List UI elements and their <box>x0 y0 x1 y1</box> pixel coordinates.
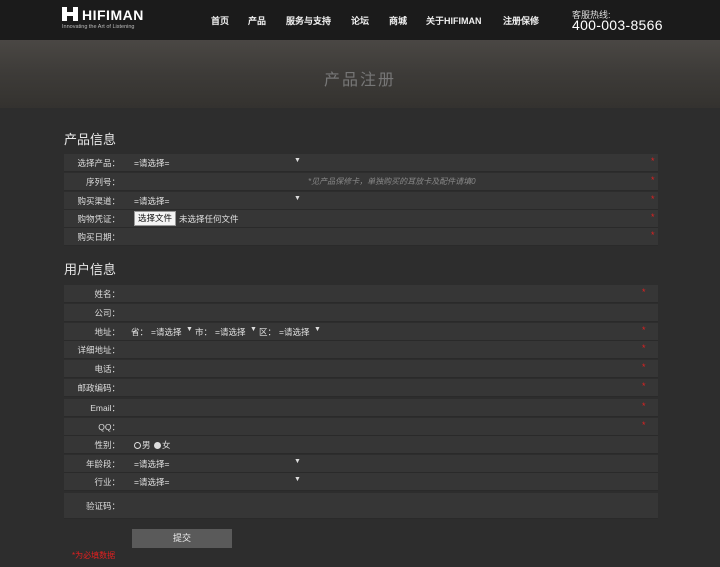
required-mark: * <box>642 420 646 430</box>
gender-row: 性别： 男 女 <box>64 436 658 454</box>
district-label: 区： <box>259 327 277 337</box>
nav-products[interactable]: 产品 <box>248 14 266 27</box>
address-label: 地址： <box>94 327 120 337</box>
chevron-down-icon[interactable]: ▼ <box>250 326 257 333</box>
user-section-title: 用户信息 <box>64 262 117 277</box>
qq-input[interactable] <box>134 421 574 432</box>
purchase-receipt-row: 购物凭证： 选择文件 未选择任何文件 * <box>64 210 658 228</box>
required-mark: * <box>642 362 646 372</box>
nav-service-support[interactable]: 服务与支持 <box>286 14 331 27</box>
city-select[interactable]: =请选择 <box>215 326 245 338</box>
chevron-down-icon[interactable]: ▼ <box>294 157 301 164</box>
product-select-row: 选择产品： =请选择= ▼ * <box>64 154 658 172</box>
chevron-down-icon[interactable]: ▼ <box>314 326 321 333</box>
submit-button[interactable]: 提交 <box>132 529 232 548</box>
province-label: 省： <box>131 327 149 337</box>
purchase-date-input[interactable] <box>134 231 574 242</box>
required-mark: * <box>651 230 655 240</box>
required-mark: * <box>651 156 655 166</box>
gender-male-option[interactable]: 男 <box>134 439 151 451</box>
chevron-down-icon[interactable]: ▼ <box>294 458 301 465</box>
required-mark: * <box>651 212 655 222</box>
industry-label: 行业： <box>94 477 120 487</box>
industry-select[interactable]: =请选择= <box>134 476 169 488</box>
male-radio[interactable] <box>134 441 141 449</box>
top-header: HIFIMAN Innovating the Art of Listening … <box>0 0 720 40</box>
required-mark: * <box>651 175 655 185</box>
district-select[interactable]: =请选择 <box>279 326 309 338</box>
purchase-channel-select[interactable]: =请选择= <box>134 195 169 207</box>
product-select[interactable]: =请选择= <box>134 157 169 169</box>
nav-forum[interactable]: 论坛 <box>351 14 369 27</box>
choose-file-button[interactable]: 选择文件 <box>134 211 177 226</box>
phone-label: 电话： <box>94 364 120 374</box>
file-status-text: 未选择任何文件 <box>179 214 239 224</box>
logo-tagline: Innovating the Art of Listening <box>62 24 135 30</box>
required-mark: * <box>642 287 646 297</box>
address-row: 地址： 省： =请选择 ▼ 市： =请选择 ▼ 区： =请选择 ▼ * <box>64 323 658 341</box>
serial-number-label: 序列号： <box>85 177 120 187</box>
company-input[interactable] <box>134 307 574 318</box>
email-label: Email： <box>90 403 120 413</box>
purchase-date-row: 购买日期： * <box>64 228 658 246</box>
nav-warranty-register[interactable]: 注册保修 <box>503 14 539 27</box>
company-label: 公司： <box>94 308 120 318</box>
phone-input[interactable] <box>134 363 574 374</box>
required-footnote: *为必填数据 <box>72 551 116 560</box>
purchase-receipt-label: 购物凭证： <box>77 214 120 224</box>
required-mark: * <box>642 381 646 391</box>
email-row: Email： * <box>64 399 658 417</box>
postcode-label: 邮政编码： <box>77 383 120 393</box>
province-select[interactable]: =请选择 <box>151 326 181 338</box>
gender-female-option[interactable]: 女 <box>154 439 171 451</box>
captcha-label: 验证码： <box>85 501 120 511</box>
name-label: 姓名： <box>94 289 120 299</box>
required-mark: * <box>642 401 646 411</box>
captcha-input[interactable] <box>134 496 574 514</box>
age-label: 年龄段： <box>85 459 120 469</box>
logo-icon <box>62 7 78 21</box>
age-select[interactable]: =请选择= <box>134 458 169 470</box>
nav-store[interactable]: 商城 <box>389 14 407 27</box>
required-mark: * <box>651 194 655 204</box>
company-row: 公司： <box>64 304 658 322</box>
postcode-row: 邮政编码： * <box>64 379 658 397</box>
required-mark: * <box>642 325 646 335</box>
name-input[interactable] <box>134 288 574 299</box>
postcode-input[interactable] <box>134 382 574 393</box>
industry-row: 行业： =请选择= ▼ <box>64 473 658 491</box>
name-row: 姓名： * <box>64 285 658 303</box>
product-select-label: 选择产品： <box>77 158 120 168</box>
qq-label: QQ： <box>98 422 120 432</box>
gender-label: 性别： <box>94 440 120 450</box>
detail-address-label: 详细地址： <box>77 345 120 355</box>
serial-number-row: 序列号： *见产品保修卡，单独购买的耳放卡及配件请填0 * <box>64 173 658 191</box>
purchase-channel-row: 购买渠道： =请选择= ▼ * <box>64 192 658 210</box>
female-radio[interactable] <box>154 441 161 449</box>
serial-number-hint: *见产品保修卡，单独购买的耳放卡及配件请填0 <box>308 177 476 186</box>
phone-row: 电话： * <box>64 360 658 378</box>
male-label: 男 <box>142 440 151 450</box>
detail-address-input[interactable] <box>134 344 574 355</box>
chevron-down-icon[interactable]: ▼ <box>294 195 301 202</box>
hotline-number: 400-003-8566 <box>572 17 663 33</box>
age-row: 年龄段： =请选择= ▼ <box>64 455 658 473</box>
chevron-down-icon[interactable]: ▼ <box>186 326 193 333</box>
detail-address-row: 详细地址： * <box>64 341 658 359</box>
nav-home[interactable]: 首页 <box>211 14 229 27</box>
nav-about[interactable]: 关于HIFIMAN <box>426 14 482 27</box>
captcha-row: 验证码： <box>64 493 658 519</box>
purchase-channel-label: 购买渠道： <box>77 196 120 206</box>
female-label: 女 <box>162 440 171 450</box>
product-section-title: 产品信息 <box>64 132 117 147</box>
required-mark: * <box>642 343 646 353</box>
city-label: 市： <box>195 327 213 337</box>
logo-text: HIFIMAN <box>82 7 144 23</box>
page-title: 产品注册 <box>323 72 396 89</box>
qq-row: QQ： * <box>64 418 658 436</box>
purchase-date-label: 购买日期： <box>77 232 120 242</box>
page-banner: 产品注册 <box>0 40 720 108</box>
email-input[interactable] <box>134 402 574 413</box>
chevron-down-icon[interactable]: ▼ <box>294 476 301 483</box>
